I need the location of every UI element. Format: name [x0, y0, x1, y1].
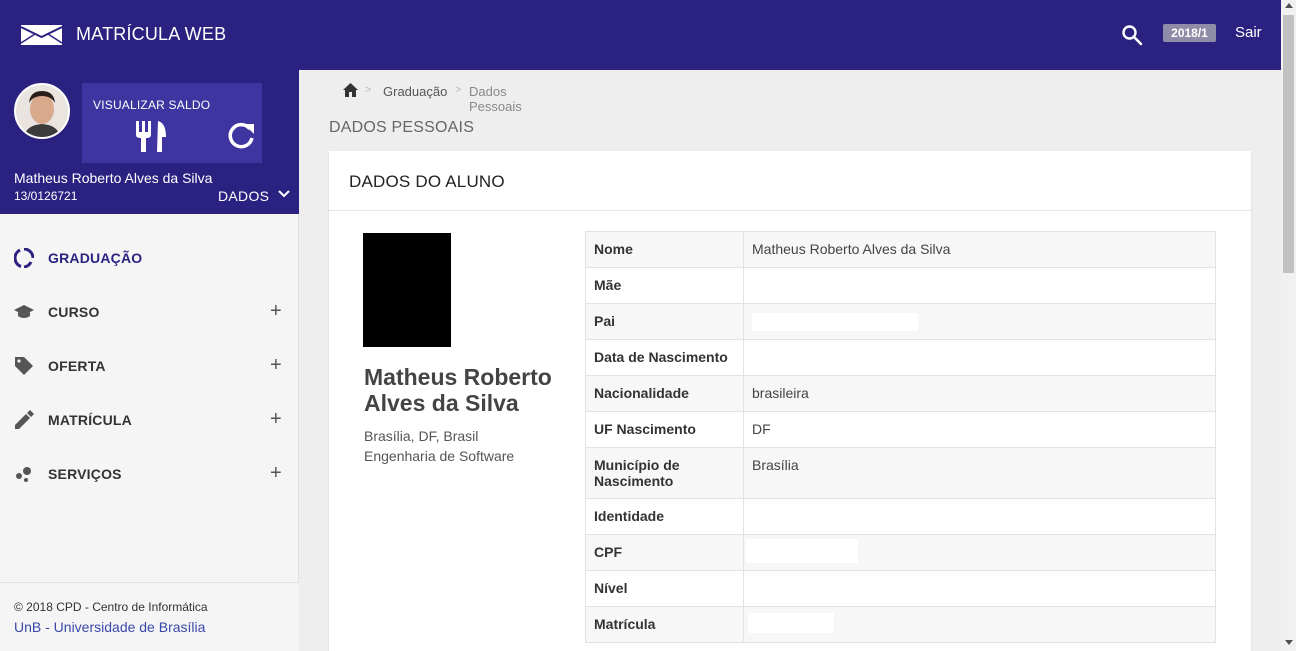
view-balance-button[interactable]: VISUALIZAR SALDO [82, 83, 262, 163]
graduation-cap-icon [14, 305, 34, 318]
sidebar-item-label: SERVIÇOS [48, 466, 122, 482]
field-value: DF [743, 411, 1216, 448]
expand-plus-icon[interactable]: + [270, 300, 282, 323]
table-row: Nome Matheus Roberto Alves da Silva [585, 231, 1216, 268]
field-label: Município de Nascimento [585, 447, 744, 499]
table-row: Pai [585, 303, 1216, 340]
card-header: DADOS DO ALUNO [329, 151, 1251, 211]
profile-panel: VISUALIZAR SALDO Matheus Roberto Alves d… [0, 70, 299, 214]
fork-knife-icon [136, 121, 166, 152]
sidebar-item-curso[interactable]: CURSO + [0, 284, 299, 338]
sidebar-item-label: CURSO [48, 304, 100, 320]
field-label: UF Nascimento [585, 411, 744, 448]
refresh-icon[interactable] [226, 121, 256, 151]
student-full-name: Matheus Roberto Alves da Silva [364, 364, 552, 416]
redaction-box [746, 539, 858, 563]
logout-link[interactable]: Sair [1235, 24, 1262, 41]
sidebar-item-graduacao[interactable]: GRADUAÇÃO [0, 230, 299, 284]
sidebar-item-oferta[interactable]: OFERTA + [0, 338, 299, 392]
bubbles-icon [16, 467, 31, 482]
sidebar-nav: GRADUAÇÃO CURSO + OFERTA + MATRÍCULA + S… [0, 230, 299, 500]
field-label: Pai [585, 303, 744, 340]
avatar-portrait-icon [16, 85, 68, 137]
sidebar-item-label: OFERTA [48, 358, 106, 374]
dados-dropdown-button[interactable]: DADOS [218, 188, 290, 204]
scroll-down-arrow-icon[interactable] [1285, 640, 1293, 645]
student-photo [363, 233, 451, 347]
sidebar-item-matricula[interactable]: MATRÍCULA + [0, 392, 299, 446]
semester-badge: 2018/1 [1163, 24, 1216, 42]
scroll-thumb[interactable] [1283, 15, 1294, 273]
table-row: UF Nascimento DF [585, 411, 1216, 448]
table-row: Município de Nascimento Brasília [585, 447, 1216, 499]
table-row: Data de Nascimento [585, 339, 1216, 376]
tag-icon [15, 357, 33, 375]
table-row: Mãe [585, 267, 1216, 304]
field-label: Data de Nascimento [585, 339, 744, 376]
scroll-up-arrow-icon[interactable] [1285, 3, 1293, 8]
field-value: Matheus Roberto Alves da Silva [743, 231, 1216, 268]
table-row: Identidade [585, 498, 1216, 535]
field-value: brasileira [743, 375, 1216, 412]
pencil-icon [15, 410, 34, 429]
field-label: Nacionalidade [585, 375, 744, 412]
avatar [14, 83, 70, 139]
circle-progress-icon [14, 248, 34, 268]
sidebar: VISUALIZAR SALDO Matheus Roberto Alves d… [0, 70, 299, 651]
view-balance-label: VISUALIZAR SALDO [93, 98, 211, 112]
table-row: CPF [585, 534, 1216, 571]
top-app-bar: MATRÍCULA WEB 2018/1 Sair [0, 0, 1281, 70]
breadcrumb-separator: > [365, 84, 372, 96]
student-name: Matheus Roberto Alves da Silva [14, 170, 213, 186]
app-title[interactable]: MATRÍCULA WEB [76, 24, 226, 45]
student-id: 13/0126721 [14, 189, 78, 203]
breadcrumb-separator: > [455, 84, 462, 96]
unb-link[interactable]: UnB - Universidade de Brasília [14, 619, 205, 635]
student-course: Engenharia de Software [364, 448, 515, 464]
field-value [743, 570, 1216, 607]
page-title: DADOS PESSOAIS [329, 119, 475, 136]
table-row: Nível [585, 570, 1216, 607]
field-value [743, 498, 1216, 535]
table-row: Matrícula [585, 606, 1216, 643]
personal-data-table: Nome Matheus Roberto Alves da Silva Mãe … [585, 231, 1216, 643]
sidebar-item-label: MATRÍCULA [48, 412, 132, 428]
field-label: CPF [585, 534, 744, 571]
field-value [743, 267, 1216, 304]
table-row: Nacionalidade brasileira [585, 375, 1216, 412]
envelope-logo-icon[interactable] [21, 25, 62, 45]
breadcrumb-graduacao[interactable]: Graduação [383, 84, 447, 99]
sidebar-item-label: GRADUAÇÃO [48, 250, 143, 266]
field-value [743, 606, 1216, 643]
student-location: Brasília, DF, Brasil [364, 428, 479, 444]
expand-plus-icon[interactable]: + [270, 408, 282, 431]
field-label: Mãe [585, 267, 744, 304]
field-value [743, 339, 1216, 376]
sidebar-item-servicos[interactable]: SERVIÇOS + [0, 446, 299, 500]
search-icon[interactable] [1121, 24, 1143, 46]
redaction-box [748, 613, 834, 633]
field-value [743, 303, 1216, 340]
field-value: Brasília [743, 447, 1216, 499]
card-title: DADOS DO ALUNO [349, 172, 505, 191]
chevron-down-icon [277, 190, 290, 198]
field-label: Nível [585, 570, 744, 607]
copyright-text: © 2018 CPD - Centro de Informática [14, 600, 208, 614]
breadcrumb-current: Dados Pessoais [469, 84, 522, 114]
expand-plus-icon[interactable]: + [270, 462, 282, 485]
redaction-box [752, 313, 918, 331]
student-data-card: DADOS DO ALUNO Matheus Roberto Alves da … [329, 151, 1251, 651]
sidebar-footer: © 2018 CPD - Centro de Informática UnB -… [0, 582, 299, 651]
field-value [743, 534, 1216, 571]
field-label: Identidade [585, 498, 744, 535]
home-icon[interactable] [343, 83, 358, 97]
field-label: Matrícula [585, 606, 744, 643]
dados-label: DADOS [218, 188, 270, 204]
expand-plus-icon[interactable]: + [270, 354, 282, 377]
field-label: Nome [585, 231, 744, 268]
page-scrollbar[interactable] [1281, 0, 1296, 651]
